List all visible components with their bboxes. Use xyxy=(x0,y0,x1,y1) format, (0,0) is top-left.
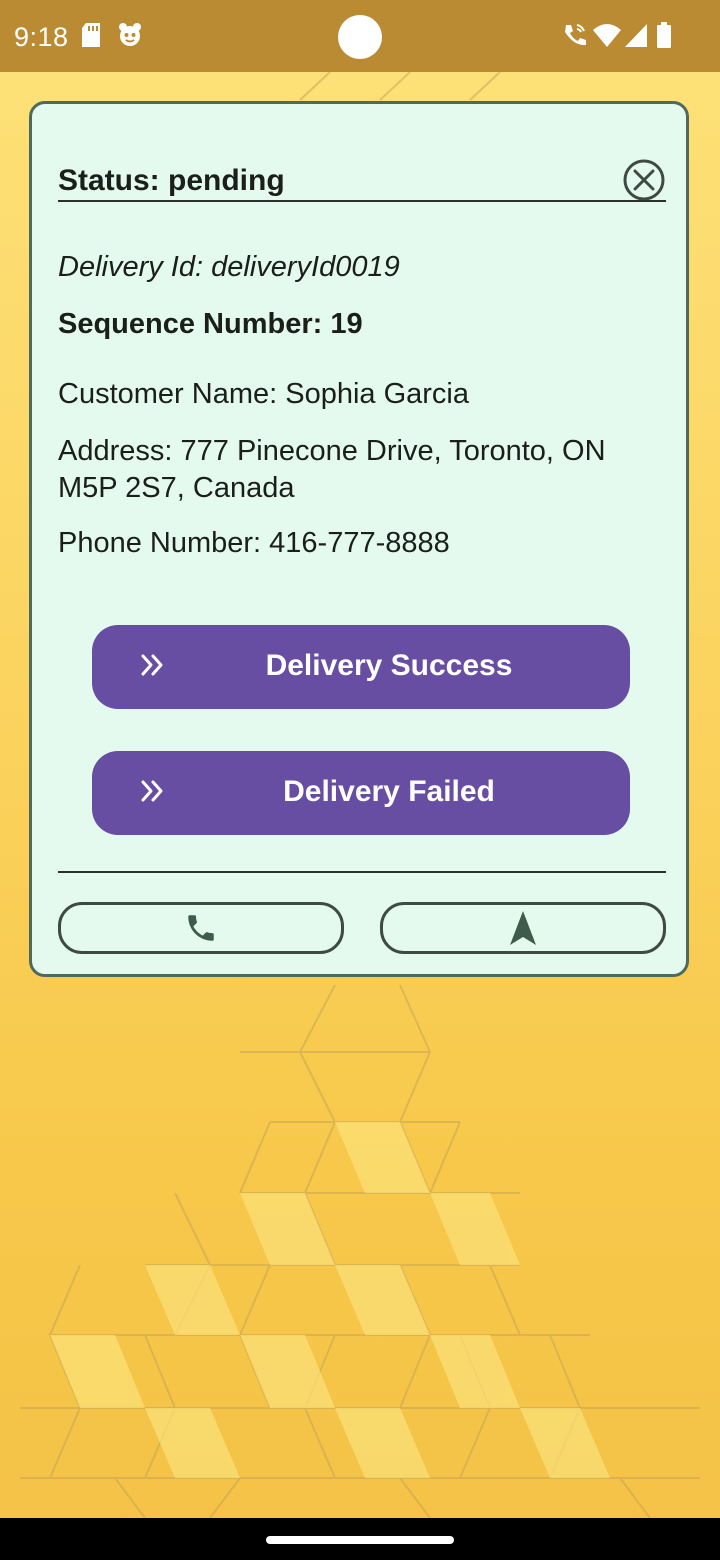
delivery-failed-button[interactable]: Delivery Failed xyxy=(92,751,630,835)
delivery-success-button[interactable]: Delivery Success xyxy=(92,625,630,709)
status-time: 9:18 xyxy=(14,22,69,52)
navigate-button[interactable] xyxy=(380,902,666,954)
wifi-icon xyxy=(592,22,622,53)
status-bar: 9:18 xyxy=(0,0,720,72)
system-navigation-bar xyxy=(0,1518,720,1560)
customer-name: Customer Name: Sophia Garcia xyxy=(58,378,469,410)
signal-icon xyxy=(624,22,648,53)
navigation-arrow-icon xyxy=(510,911,536,945)
camera-cutout xyxy=(338,15,382,59)
wifi-calling-icon xyxy=(562,22,588,53)
customer-address: Address: 777 Pinecone Drive, Toronto, ON… xyxy=(58,435,606,504)
sequence-number: Sequence Number: 19 xyxy=(58,308,363,340)
app-notification-icon xyxy=(118,22,142,53)
delivery-status-title: Status: pending xyxy=(58,164,285,197)
delivery-success-label: Delivery Success xyxy=(265,649,513,682)
footer-divider xyxy=(58,871,666,873)
customer-phone: Phone Number: 416-777-8888 xyxy=(58,527,450,559)
home-gesture-handle[interactable] xyxy=(266,1536,454,1544)
delivery-failed-label: Delivery Failed xyxy=(283,775,495,808)
call-customer-button[interactable] xyxy=(58,902,344,954)
close-icon[interactable] xyxy=(622,158,666,202)
delivery-details-card: Status: pending Delivery Id: deliveryId0… xyxy=(29,101,689,977)
sd-card-icon xyxy=(80,22,102,53)
phone-icon xyxy=(188,915,214,941)
header-divider xyxy=(58,200,666,202)
battery-icon xyxy=(656,22,672,53)
delivery-id: Delivery Id: deliveryId0019 xyxy=(58,251,400,283)
